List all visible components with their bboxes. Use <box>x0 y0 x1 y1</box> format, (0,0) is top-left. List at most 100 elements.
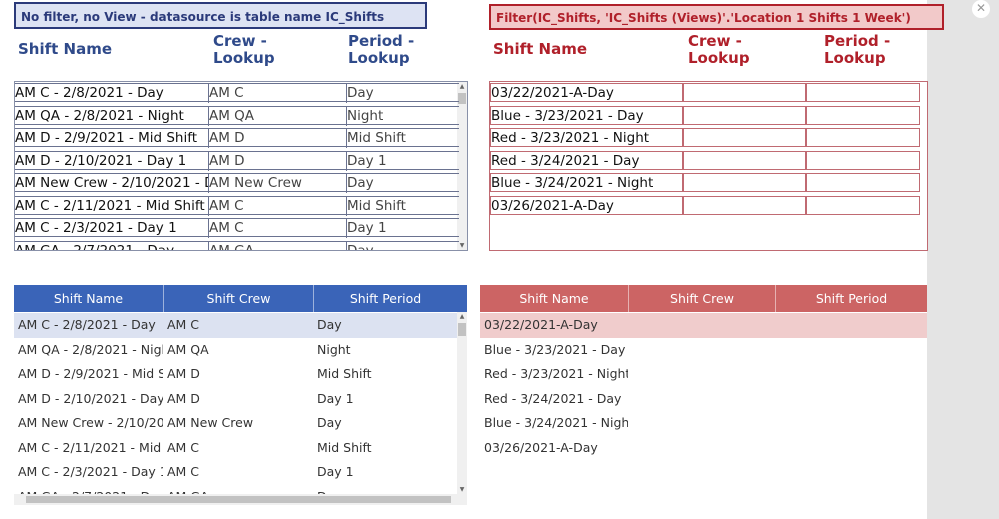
crew-field <box>683 128 806 147</box>
left-header-shift-name: Shift Name <box>18 40 113 58</box>
right-description-label: Filter(IC_Shifts, 'IC_Shifts (Views)'.'L… <box>489 4 944 30</box>
table-row[interactable]: Blue - 3/24/2021 - Night <box>480 411 927 436</box>
gallery-row[interactable]: AM C - 2/3/2021 - Day 1 AM C Day 1 <box>15 218 459 238</box>
gallery-row[interactable]: AM D - 2/9/2021 - Mid Shift AM D Mid Shift <box>15 128 459 148</box>
table-row[interactable]: AM New Crew - 2/10/20... AM New Crew Day <box>14 411 457 436</box>
period-field <box>806 150 920 170</box>
right-header-shift-name: Shift Name <box>493 40 588 58</box>
period-field <box>806 173 920 192</box>
period-field: Mid Shift <box>346 196 459 216</box>
period-field: Day 1 <box>346 219 459 238</box>
left-data-table: Shift NameShift CrewShift Period AM GA -… <box>14 285 467 507</box>
right-data-table: Shift Name Shift Crew Shift Period 03/26/2… <box>480 285 927 507</box>
table-cell: AM QA <box>167 341 209 357</box>
crew-field <box>683 195 806 215</box>
table-cell: AM C - 2/11/2021 - Mid ... <box>18 439 163 455</box>
table-cell: Red - 3/24/2021 - Day <box>484 390 622 406</box>
shift-name-field: AM GA - 2/7/2021 - Day <box>15 242 175 251</box>
gallery-row[interactable]: AM C - 2/11/2021 - Mid Shift AM C Mid Shif… <box>15 195 459 216</box>
column-header[interactable]: Shift Name <box>480 285 628 312</box>
table-cell: AM C - 2/3/2021 - Day 1 <box>18 464 163 479</box>
period-field: Night <box>346 106 459 126</box>
table-row[interactable]: 03/22/2021-A-Day <box>480 313 927 338</box>
horizontal-scrollbar[interactable] <box>14 494 467 505</box>
right-header-period: Period - Lookup <box>824 32 891 67</box>
shift-name-field: Blue - 3/23/2021 - Day <box>490 105 683 125</box>
table-cell: AM D <box>167 366 200 381</box>
shift-name-field: Red - 3/24/2021 - Day <box>490 150 683 170</box>
shift-name-field: Blue - 3/24/2021 - Night <box>490 173 683 192</box>
crew-field: AM C <box>208 196 346 216</box>
column-header[interactable]: Shift Crew <box>163 285 313 312</box>
left-header-period: Period - Lookup <box>348 32 415 67</box>
table-row[interactable]: AM C - 2/11/2021 - Mid ... AM C Mid Shift <box>14 436 457 461</box>
shift-name-field: AM C - 2/11/2021 - Mid Shift <box>15 197 205 214</box>
gallery-row[interactable]: Red - 3/23/2021 - Night <box>490 128 920 147</box>
table-cell: Day 1 <box>317 390 354 406</box>
gallery-row[interactable]: AM C - 2/8/2021 - Day AM C Day <box>15 83 459 103</box>
crew-field: AM D <box>208 151 346 171</box>
crew-field <box>683 83 806 102</box>
table-cell: Day 1 <box>317 464 354 479</box>
left-header-crew: Crew - Lookup <box>213 32 275 67</box>
period-field <box>806 195 920 215</box>
crew-field: AM GA <box>208 241 346 250</box>
table-cell: 03/22/2021-A-Day <box>484 317 598 332</box>
crew-field <box>683 150 806 170</box>
table-cell: Day <box>317 317 342 332</box>
vertical-scrollbar[interactable]: ▲ ▼ <box>457 312 467 494</box>
table-cell: AM New Crew - 2/10/20... <box>18 415 163 430</box>
shift-name-field: AM QA - 2/8/2021 - Night <box>15 107 184 124</box>
table-cell: AM C <box>167 317 200 332</box>
table-row[interactable]: AM D - 2/9/2021 - Mid S... AM D Mid Shift <box>14 362 457 387</box>
column-header[interactable]: Shift Crew <box>628 285 775 312</box>
gallery-row[interactable]: Red - 3/24/2021 - Day <box>490 150 920 170</box>
column-header[interactable]: Shift Period <box>775 285 927 312</box>
left-description-label: No filter, no View - datasource is table… <box>14 2 427 29</box>
table-row[interactable]: 03/26/2021-A-Day <box>480 436 927 461</box>
gallery-row[interactable]: Blue - 3/24/2021 - Night <box>490 173 920 192</box>
column-header[interactable]: Shift Period <box>313 285 457 312</box>
gallery-row[interactable]: Blue - 3/23/2021 - Day <box>490 105 920 125</box>
side-panel <box>927 0 999 519</box>
gallery-row[interactable]: AM New Crew - 2/10/2021 - DayAM New Crew… <box>15 173 459 193</box>
table-cell: Night <box>317 341 351 357</box>
table-row[interactable]: Blue - 3/23/2021 - Day <box>480 338 927 363</box>
table-cell: AM QA - 2/8/2021 - Night <box>18 341 163 357</box>
table-header: Shift Name Shift Crew Shift Period <box>480 285 927 312</box>
table-row[interactable]: Red - 3/24/2021 - Day <box>480 387 927 412</box>
period-field: Mid Shift <box>346 129 459 148</box>
right-gallery: 03/22/2021-A-Day Blue - 3/23/2021 - Day Re… <box>489 81 928 251</box>
shift-name-field: AM D - 2/10/2021 - Day 1 <box>15 152 187 169</box>
crew-field: AM D <box>208 129 346 148</box>
table-row[interactable]: AM C - 2/3/2021 - Day 1 AM C Day 1 <box>14 460 457 485</box>
table-row[interactable]: AM C - 2/8/2021 - Day AM C Day <box>14 313 457 338</box>
gallery-row[interactable]: AM D - 2/10/2021 - Day 1 AM D Day 1 <box>15 150 459 171</box>
shift-name-field: AM C - 2/3/2021 - Day 1 <box>15 220 177 236</box>
table-cell: AM New Crew <box>167 415 254 430</box>
period-field <box>806 83 920 102</box>
table-cell: 03/26/2021-A-Day <box>484 439 598 455</box>
table-row[interactable]: Red - 3/23/2021 - Night <box>480 362 927 387</box>
table-cell: AM C - 2/8/2021 - Day <box>18 317 156 332</box>
gallery-row[interactable]: 03/22/2021-A-Day <box>490 83 920 102</box>
column-header[interactable]: Shift Name <box>14 285 163 312</box>
gallery-row[interactable]: 03/26/2021-A-Day <box>490 195 920 215</box>
crew-field: AM C <box>208 219 346 238</box>
table-row[interactable]: AM QA - 2/8/2021 - Night AM QA Night <box>14 338 457 363</box>
period-field <box>806 105 920 125</box>
table-cell: Mid Shift <box>317 366 372 381</box>
crew-field: AM New Crew <box>208 174 346 193</box>
gallery-row[interactable]: AM QA - 2/8/2021 - Night AM QA Night <box>15 105 459 126</box>
period-field <box>806 128 920 147</box>
table-row[interactable]: AM D - 2/10/2021 - Day 1 AM D Day 1 <box>14 387 457 412</box>
table-header: Shift Name Shift Crew Shift Period <box>14 285 467 312</box>
table-cell: AM D - 2/9/2021 - Mid S... <box>18 366 163 381</box>
table-cell: AM D - 2/10/2021 - Day 1 <box>18 390 163 406</box>
shift-name-field: Red - 3/23/2021 - Night <box>490 128 683 147</box>
gallery-row[interactable]: AM GA - 2/7/2021 - Day AM GA Day <box>15 240 459 251</box>
right-header-crew: Crew - Lookup <box>688 32 750 67</box>
close-icon[interactable]: ✕ <box>972 0 990 18</box>
crew-field <box>683 105 806 125</box>
table-cell: Blue - 3/24/2021 - Night <box>484 415 628 430</box>
